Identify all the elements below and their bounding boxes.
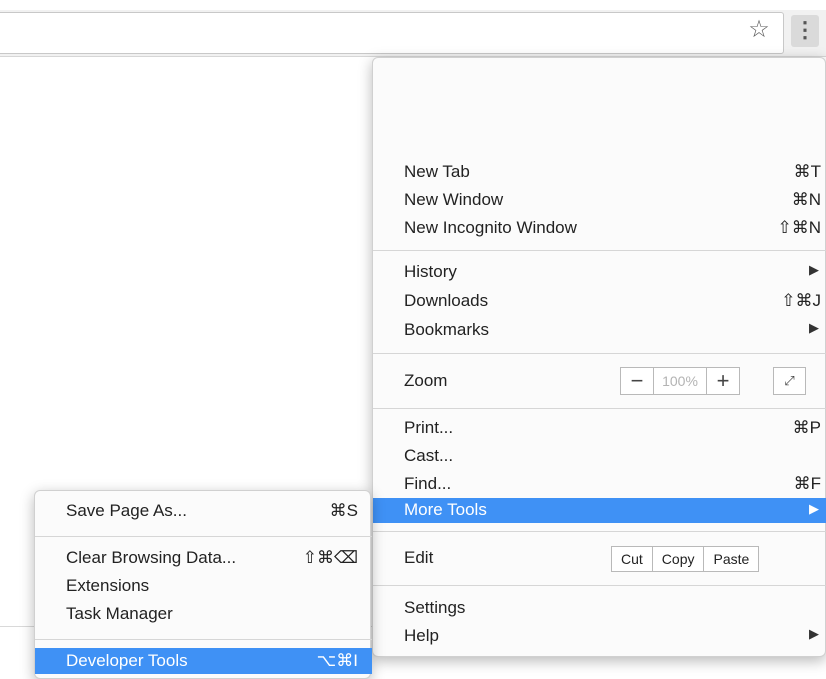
address-bar[interactable] [0, 12, 784, 54]
menu-item-help[interactable]: Help ▶ [373, 622, 826, 650]
menu-item-label: New Window [404, 190, 504, 209]
menu-item-label: Help [404, 626, 439, 645]
more-tools-submenu: Save Page As... ⌘S Clear Browsing Data..… [34, 490, 372, 679]
submenu-item-task-manager[interactable]: Task Manager [35, 600, 372, 628]
menu-item-shortcut: ⇧⌘N [777, 218, 821, 237]
menu-separator [373, 353, 826, 354]
menu-item-shortcut: ⇧⌘J [781, 291, 821, 310]
menu-item-label: Print... [404, 418, 454, 437]
submenu-item-extensions[interactable]: Extensions [35, 572, 372, 600]
menu-separator [35, 639, 372, 640]
menu-item-label: Clear Browsing Data... [66, 548, 237, 567]
menu-item-label: Developer Tools [66, 651, 188, 670]
menu-item-label: Save Page As... [66, 501, 187, 520]
menu-item-settings[interactable]: Settings [373, 594, 826, 622]
menu-item-label: New Tab [404, 162, 470, 181]
menu-item-shortcut: ⌘N [791, 190, 821, 209]
zoom-level: 100% [653, 368, 707, 394]
menu-item-more-tools[interactable]: More Tools ▶ [373, 498, 826, 523]
menu-item-label: History [404, 262, 457, 281]
menu-item-cast[interactable]: Cast... [373, 442, 826, 470]
paste-button[interactable]: Paste [703, 547, 758, 571]
menu-item-label: Find... [404, 474, 452, 493]
menu-item-shortcut: ⌘T [793, 162, 821, 181]
edit-buttons: Cut Copy Paste [611, 546, 760, 572]
menu-item-label: Edit [404, 548, 434, 567]
menu-item-find[interactable]: Find... ⌘F [373, 470, 826, 498]
menu-item-shortcut: ⌘S [329, 501, 358, 520]
menu-item-shortcut: ⌥⌘I [316, 651, 358, 670]
menu-item-new-incognito-window[interactable]: New Incognito Window ⇧⌘N [373, 214, 826, 242]
menu-item-edit: Edit Cut Copy Paste [373, 538, 826, 578]
zoom-in-button[interactable]: + [707, 368, 739, 394]
menu-item-label: Extensions [66, 576, 150, 595]
submenu-arrow-icon: ▶ [809, 320, 819, 335]
submenu-arrow-icon: ▶ [809, 262, 819, 277]
menu-item-label: Bookmarks [404, 320, 490, 339]
menu-item-shortcut: ⌘F [793, 474, 821, 493]
menu-item-label: Cast... [404, 446, 454, 465]
submenu-arrow-icon: ▶ [809, 501, 819, 516]
menu-item-label: Settings [404, 598, 466, 617]
cut-button[interactable]: Cut [612, 547, 652, 571]
menu-item-label: Zoom [404, 371, 448, 390]
menu-item-zoom: Zoom − 100% + ⤢ [373, 361, 826, 401]
menu-item-shortcut: ⌘P [792, 418, 821, 437]
submenu-arrow-icon: ▶ [809, 626, 819, 641]
fullscreen-icon[interactable]: ⤢ [773, 367, 806, 395]
menu-item-history[interactable]: History ▶ [373, 258, 826, 286]
menu-separator [35, 536, 372, 537]
submenu-item-developer-tools[interactable]: Developer Tools ⌥⌘I [35, 648, 372, 674]
menu-separator [373, 531, 826, 532]
menu-separator [373, 408, 826, 409]
browser-menu-button[interactable]: ⋮ [791, 15, 819, 47]
bookmark-star-icon[interactable]: ☆ [746, 15, 772, 45]
menu-item-print[interactable]: Print... ⌘P [373, 414, 826, 442]
menu-item-label: More Tools [404, 500, 487, 519]
top-strip [0, 0, 826, 10]
menu-item-shortcut: ⇧⌘⌫ [302, 548, 358, 567]
menu-item-new-tab[interactable]: New Tab ⌘T [373, 158, 826, 186]
menu-separator [373, 250, 826, 251]
submenu-item-clear-browsing-data[interactable]: Clear Browsing Data... ⇧⌘⌫ [35, 544, 372, 572]
browser-menu: New Tab ⌘T New Window ⌘N New Incognito W… [372, 57, 826, 657]
submenu-item-save-page-as[interactable]: Save Page As... ⌘S [35, 497, 372, 525]
menu-item-label: Task Manager [66, 604, 173, 623]
zoom-control: − 100% + [620, 367, 740, 395]
menu-item-label: New Incognito Window [404, 218, 577, 237]
menu-item-bookmarks[interactable]: Bookmarks ▶ [373, 316, 826, 344]
copy-button[interactable]: Copy [651, 547, 704, 571]
menu-item-downloads[interactable]: Downloads ⇧⌘J [373, 287, 826, 315]
menu-separator [373, 585, 826, 586]
menu-item-new-window[interactable]: New Window ⌘N [373, 186, 826, 214]
menu-item-label: Downloads [404, 291, 489, 310]
zoom-out-button[interactable]: − [621, 368, 653, 394]
